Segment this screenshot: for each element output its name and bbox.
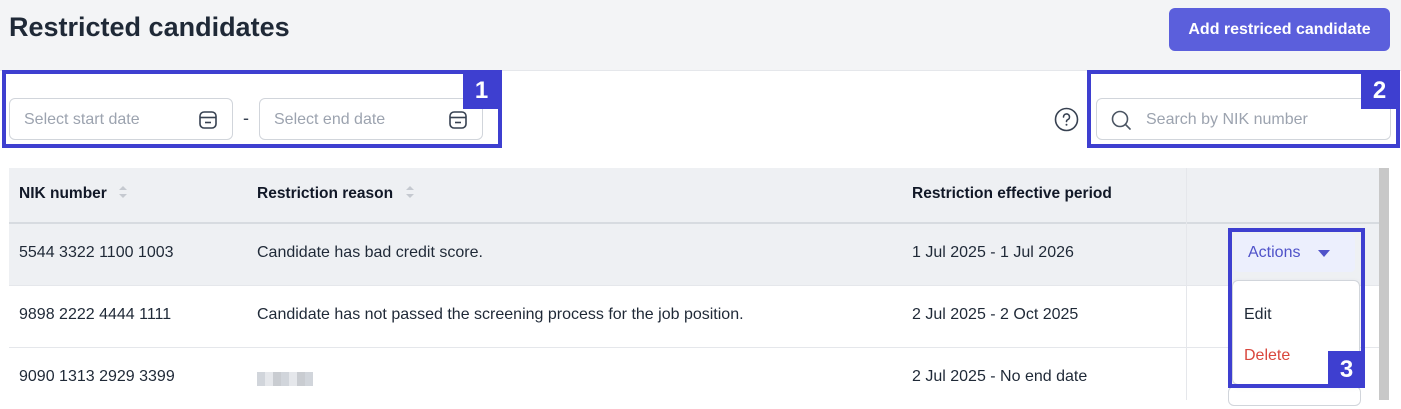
date-range-separator: - [243, 108, 249, 128]
actions-label: Actions [1248, 244, 1301, 261]
nik-search-input[interactable]: Search by NIK number [1096, 98, 1391, 140]
end-date-placeholder: Select end date [274, 111, 386, 128]
annotation-number: 3 [1328, 351, 1365, 388]
page-title: Restricted candidates [9, 12, 290, 42]
nik-cell: 9090 1313 2929 3399 [19, 368, 175, 385]
start-date-placeholder: Select start date [24, 111, 140, 128]
nik-cell: 5544 3322 1100 1003 [19, 244, 174, 261]
caret-down-icon [1318, 249, 1331, 257]
help-icon[interactable] [1054, 107, 1079, 132]
period-cell: 1 Jul 2025 - 1 Jul 2026 [912, 244, 1074, 261]
end-date-input[interactable]: Select end date [259, 98, 483, 140]
nik-cell: 9898 2222 4444 1111 [19, 306, 172, 323]
sort-icon[interactable] [118, 183, 128, 201]
menu-item-edit[interactable]: Edit [1244, 306, 1272, 324]
menu-item-delete[interactable]: Delete [1244, 347, 1290, 365]
column-divider [1186, 168, 1187, 400]
sort-icon[interactable] [405, 183, 415, 201]
column-header-nik[interactable]: NIK number [19, 185, 107, 203]
reason-cell: Candidate has not passed the screening p… [257, 306, 744, 323]
calendar-icon[interactable] [198, 110, 218, 130]
actions-dropdown-button[interactable]: Actions [1235, 234, 1355, 272]
search-placeholder: Search by NIK number [1146, 111, 1308, 128]
redacted-reason [257, 372, 313, 386]
table-row: 5544 3322 1100 1003 Candidate has bad cr… [9, 224, 1379, 286]
period-cell: 2 Jul 2025 - 2 Oct 2025 [912, 306, 1079, 323]
start-date-input[interactable]: Select start date [9, 98, 233, 140]
column-header-period: Restriction effective period [912, 185, 1112, 202]
table-header: NIK number Restriction reason Restrictio… [9, 168, 1379, 224]
row-actions-button[interactable] [1228, 386, 1361, 406]
calendar-icon[interactable] [448, 110, 468, 130]
column-header-reason[interactable]: Restriction reason [257, 185, 393, 203]
search-icon [1111, 110, 1131, 130]
add-restricted-candidate-button[interactable]: Add restriced candidate [1169, 8, 1390, 51]
annotation-number: 1 [463, 72, 500, 109]
table-scrollbar[interactable] [1379, 168, 1389, 400]
page-header: Restricted candidates Add restriced cand… [0, 0, 1401, 71]
annotation-number: 2 [1361, 72, 1398, 109]
period-cell: 2 Jul 2025 - No end date [912, 368, 1088, 385]
reason-cell: Candidate has bad credit score. [257, 244, 483, 261]
table-row: 9898 2222 4444 1111 Candidate has not pa… [9, 286, 1379, 348]
